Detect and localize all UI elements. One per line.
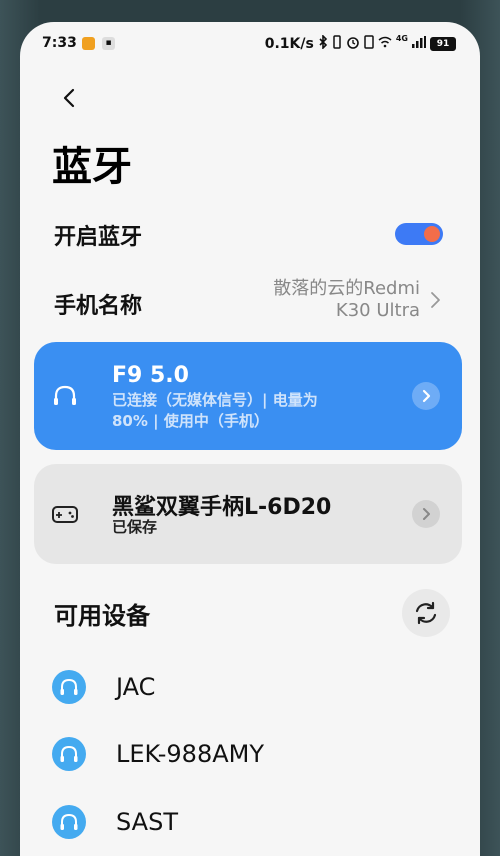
paired-device-status-line2: 80% | 使用中（手机） xyxy=(112,412,269,430)
device-name-label[interactable]: 手机名称 xyxy=(54,288,142,320)
paired-device-status: 已连接（无媒体信号）| 电量为 80% | 使用中（手机） xyxy=(112,390,392,432)
status-time: 7:33 xyxy=(42,35,77,51)
paired-device-card-saved[interactable]: 黑鲨双翼手柄L-6D20 已保存 xyxy=(34,464,462,564)
bluetooth-toggle[interactable] xyxy=(395,223,443,245)
bluetooth-icon xyxy=(318,34,328,53)
headphones-icon xyxy=(52,670,86,704)
refresh-button[interactable] xyxy=(402,589,450,637)
available-device-item[interactable]: SAST xyxy=(52,802,452,842)
page-title: 蓝牙 xyxy=(52,144,132,190)
phone-frame: 7:33 ▪ 0.1K/s 4G 91 蓝牙 开启蓝牙 手机名称 散落的云的Re… xyxy=(0,0,500,856)
paired-device-status-line1: 已连接（无媒体信号）| 电量为 xyxy=(112,391,318,409)
back-arrow-icon xyxy=(63,88,75,108)
headphones-icon xyxy=(54,385,76,405)
network-speed: 0.1K/s xyxy=(264,36,314,52)
refresh-icon xyxy=(415,601,437,625)
available-device-label: SAST xyxy=(116,808,178,836)
toggle-knob xyxy=(424,226,440,242)
device-name-line2: K30 Ultra xyxy=(335,300,420,321)
alarm-icon xyxy=(346,35,360,53)
network-type: 4G xyxy=(395,33,408,43)
bluetooth-toggle-label: 开启蓝牙 xyxy=(54,225,143,250)
notification-app-icon: ▪ xyxy=(102,37,115,50)
chevron-right-icon xyxy=(423,508,430,520)
available-device-label: JAC xyxy=(116,673,156,701)
available-devices-title: 可用设备 xyxy=(54,602,150,630)
device-details-button[interactable] xyxy=(412,500,440,528)
chevron-right-icon xyxy=(422,389,431,403)
device-name-value[interactable]: 散落的云的Redmi K30 Ultra xyxy=(273,278,420,322)
device-name-line1: 散落的云的Redmi xyxy=(273,278,420,299)
screen: 7:33 ▪ 0.1K/s 4G 91 蓝牙 开启蓝牙 手机名称 散落的云的Re… xyxy=(20,22,480,856)
sim-icon xyxy=(364,35,374,53)
status-bar: 7:33 ▪ 0.1K/s 4G 91 xyxy=(20,22,480,64)
vibrate-icon xyxy=(332,35,342,53)
available-device-label: LEK-988AMY xyxy=(116,740,265,768)
chevron-right-icon xyxy=(431,292,440,308)
headphones-icon xyxy=(52,805,86,839)
paired-device-card-active[interactable]: F9 5.0 已连接（无媒体信号）| 电量为 80% | 使用中（手机） xyxy=(34,342,462,450)
battery-indicator: 91 xyxy=(430,37,456,51)
gamepad-icon xyxy=(52,506,78,523)
status-icons: 0.1K/s 4G 91 xyxy=(264,33,456,53)
notification-app-icon xyxy=(82,37,95,50)
saved-device-status: 已保存 xyxy=(112,518,158,536)
headphones-icon xyxy=(52,737,86,771)
paired-device-name: F9 5.0 xyxy=(112,363,189,388)
signal-icon xyxy=(412,36,426,52)
available-device-item[interactable]: LEK-988AMY xyxy=(52,734,452,774)
back-button[interactable] xyxy=(56,84,84,112)
device-details-button[interactable] xyxy=(412,382,440,410)
wifi-icon xyxy=(378,36,392,52)
available-device-item[interactable]: JAC xyxy=(52,667,452,707)
